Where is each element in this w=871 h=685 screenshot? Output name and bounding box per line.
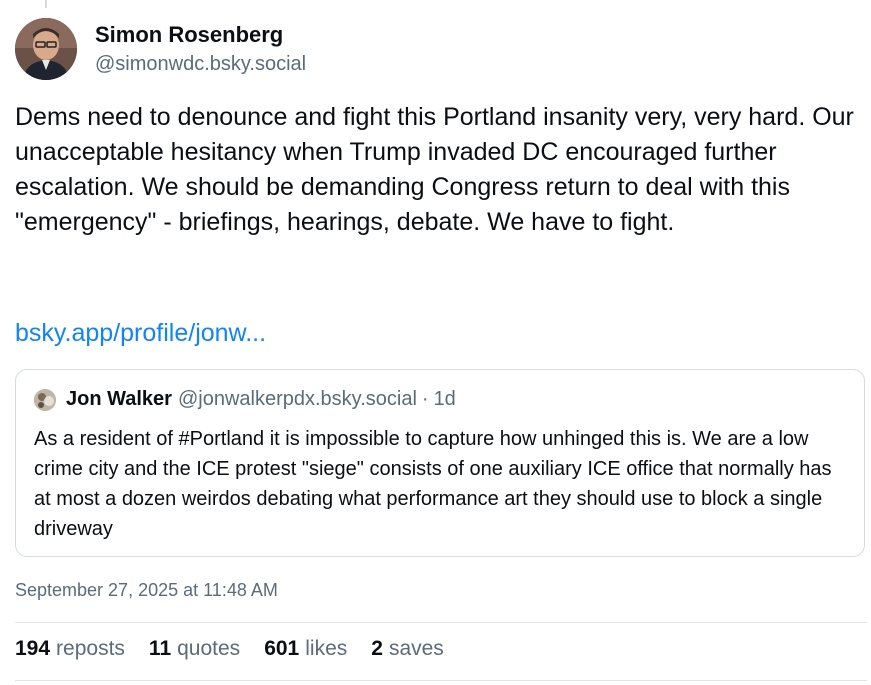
likes-count: 601 bbox=[264, 637, 300, 660]
author-display-name[interactable]: Simon Rosenberg bbox=[95, 20, 306, 50]
post-paragraph: Dems need to denounce and fight this Por… bbox=[15, 103, 854, 236]
author-avatar[interactable] bbox=[15, 18, 77, 80]
post-body: Dems need to denounce and fight this Por… bbox=[15, 100, 855, 240]
post-stats: 194 reposts 11 quotes 601 likes 2 saves bbox=[15, 637, 468, 661]
author-handle[interactable]: @simonwdc.bsky.social bbox=[95, 50, 306, 78]
quotes-label: quotes bbox=[177, 637, 241, 660]
quote-text: As a resident of #Portland it is impossi… bbox=[34, 428, 832, 540]
saves-count: 2 bbox=[371, 637, 383, 660]
likes-label: likes bbox=[305, 637, 348, 660]
author-avatar-image bbox=[15, 18, 77, 80]
quote-avatar-image bbox=[34, 388, 56, 411]
quote-author-avatar bbox=[34, 388, 56, 411]
reposts-count: 194 bbox=[15, 637, 51, 660]
post-link[interactable]: bsky.app/profile/jonw... bbox=[15, 316, 266, 351]
post-header: Simon Rosenberg @simonwdc.bsky.social bbox=[15, 18, 306, 80]
quoted-post[interactable]: Jon Walker @jonwalkerpdx.bsky.social · 1… bbox=[15, 369, 865, 557]
quote-author-handle: @jonwalkerpdx.bsky.social bbox=[177, 388, 417, 410]
reposts-label: reposts bbox=[56, 637, 125, 660]
quotes-stat[interactable]: 11 quotes bbox=[149, 637, 240, 661]
quote-time: 1d bbox=[433, 388, 456, 410]
saves-label: saves bbox=[388, 637, 444, 660]
post-timestamp: September 27, 2025 at 11:48 AM bbox=[15, 580, 278, 600]
quote-author-name: Jon Walker bbox=[66, 388, 172, 410]
divider-top bbox=[15, 622, 867, 623]
reposts-stat[interactable]: 194 reposts bbox=[15, 637, 125, 661]
quote-separator: · bbox=[421, 388, 429, 410]
divider-bottom bbox=[15, 680, 867, 681]
saves-stat[interactable]: 2 saves bbox=[371, 637, 444, 661]
quotes-count: 11 bbox=[148, 637, 172, 660]
thread-line bbox=[45, 0, 47, 8]
likes-stat[interactable]: 601 likes bbox=[264, 637, 347, 661]
quote-header: Jon Walker @jonwalkerpdx.bsky.social · 1… bbox=[34, 388, 456, 411]
